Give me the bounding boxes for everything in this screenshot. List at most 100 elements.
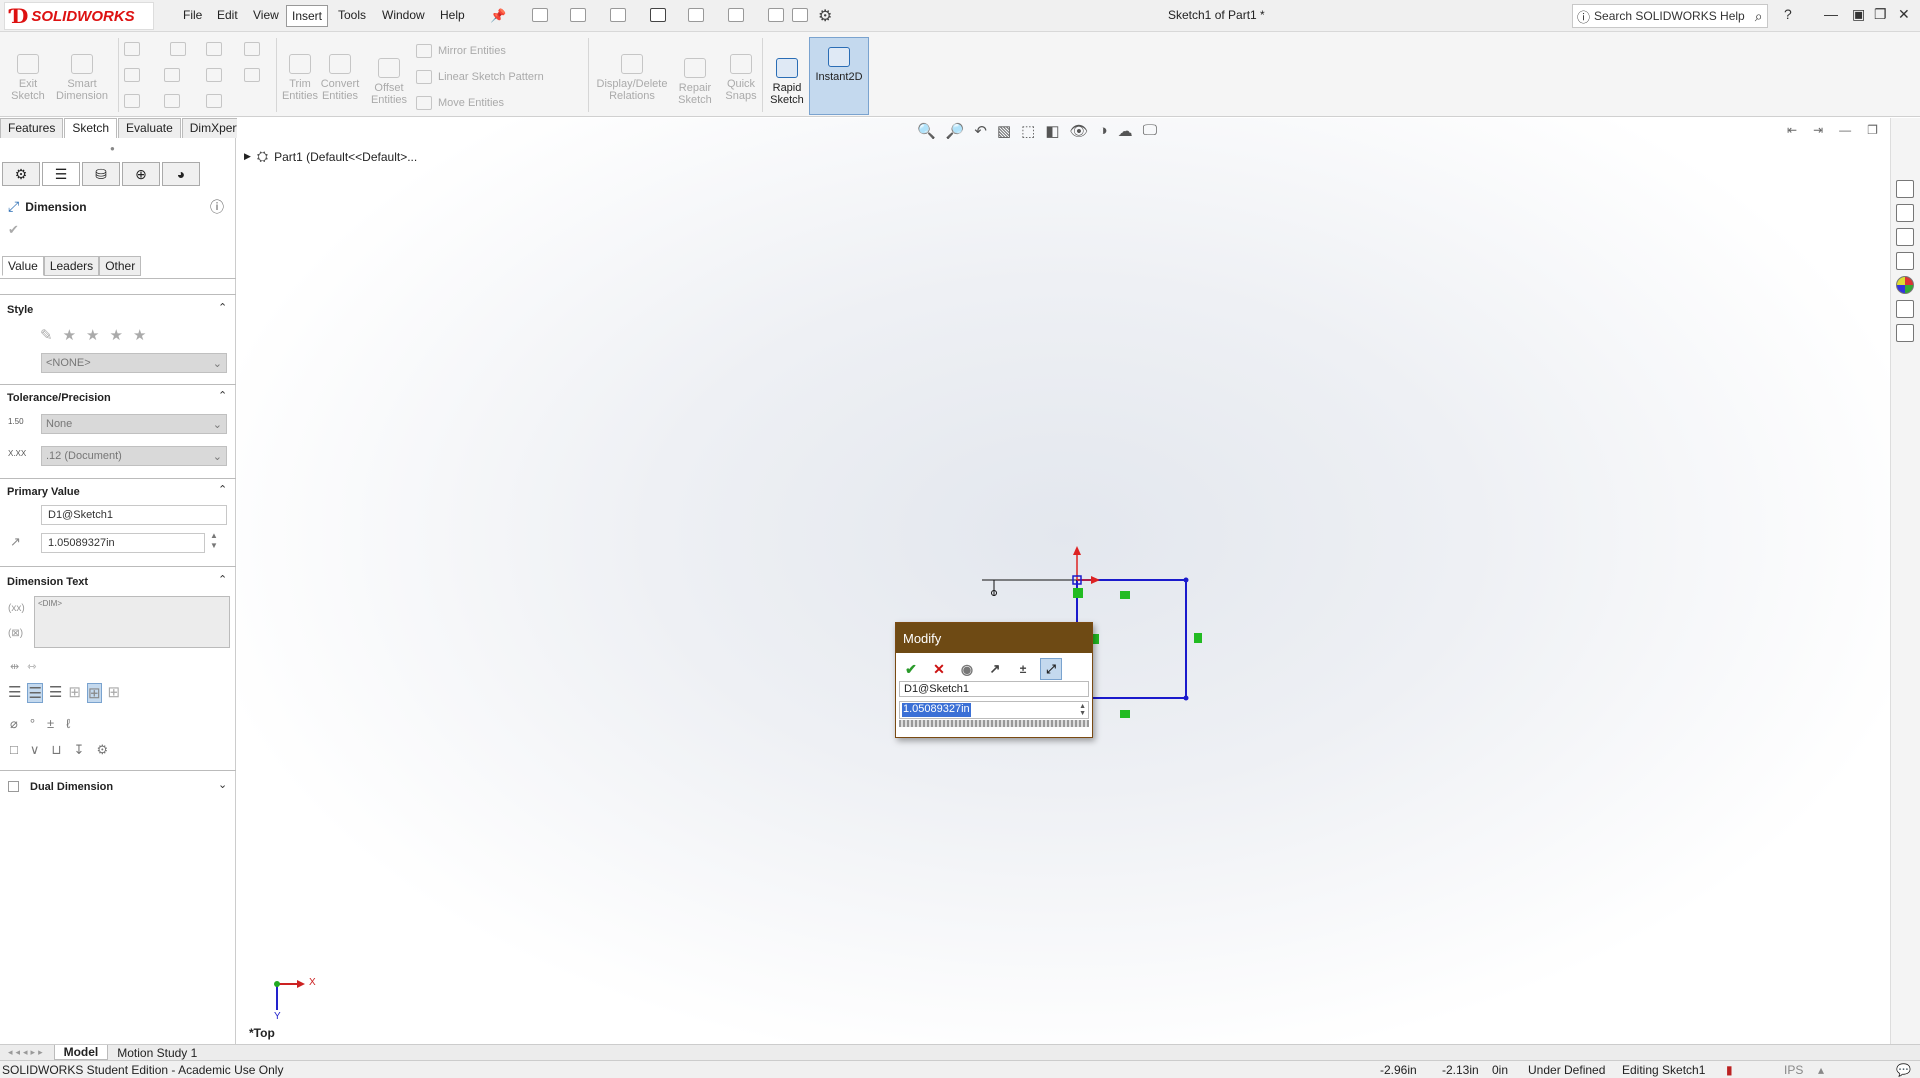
smart-dimension-button[interactable]: Smart Dimension bbox=[52, 42, 112, 102]
line-icon[interactable] bbox=[124, 42, 140, 56]
cancel-x-button[interactable]: ✕ bbox=[928, 658, 950, 680]
spline-icon[interactable] bbox=[206, 42, 222, 56]
precision-dropdown[interactable]: .12 (Document) ⌄ bbox=[41, 446, 227, 466]
save-icon[interactable] bbox=[610, 8, 626, 22]
dimxpert-manager-tab-icon[interactable]: ⊕ bbox=[122, 162, 160, 186]
text-link-icon[interactable]: (xx) bbox=[8, 603, 25, 614]
rebuild-icon[interactable] bbox=[768, 8, 784, 22]
file-explorer-icon[interactable] bbox=[1896, 228, 1914, 246]
display-delete-relations-button[interactable]: Display/Delete Relations bbox=[592, 42, 672, 102]
text-clear-icon[interactable]: (⊠) bbox=[8, 628, 23, 639]
tab-features[interactable]: Features bbox=[0, 118, 64, 138]
coincident-relation-marker[interactable] bbox=[1073, 588, 1083, 598]
modify-dialog-title[interactable]: Modify bbox=[896, 623, 1092, 653]
reverse-sense-button[interactable]: ↗ bbox=[984, 658, 1006, 680]
subtab-other[interactable]: Other bbox=[99, 256, 142, 276]
add-style-icon[interactable]: ★ bbox=[63, 326, 76, 344]
unit-system[interactable]: IPS bbox=[1784, 1063, 1803, 1077]
help-search-box[interactable]: ⓘ Search SOLIDWORKS Help ⌕ bbox=[1572, 4, 1768, 28]
menu-edit[interactable]: Edit bbox=[212, 7, 243, 23]
repair-sketch-button[interactable]: Repair Sketch bbox=[674, 46, 716, 106]
style-dropdown[interactable]: <NONE> ⌄ bbox=[41, 353, 227, 373]
move-entities-button[interactable]: Move Entities bbox=[416, 96, 504, 110]
help-question-icon[interactable]: ⓘ bbox=[210, 197, 224, 217]
align-center-icon[interactable]: ☰ bbox=[27, 683, 43, 703]
depth-symbol-icon[interactable]: ↧ bbox=[74, 742, 85, 758]
dimension-text-area[interactable]: <DIM> bbox=[34, 596, 230, 648]
ellipse-icon[interactable] bbox=[206, 68, 222, 82]
square-symbol-icon[interactable]: □ bbox=[10, 742, 18, 758]
new-document-icon[interactable] bbox=[532, 8, 548, 22]
load-style-icon[interactable]: ★ bbox=[133, 326, 146, 344]
design-library-icon[interactable] bbox=[1896, 204, 1914, 222]
configuration-manager-tab-icon[interactable]: ⛁ bbox=[82, 162, 120, 186]
plane-icon[interactable] bbox=[244, 68, 260, 82]
mark-dimension-button[interactable]: ⤢ bbox=[1040, 658, 1062, 680]
options-gear-icon[interactable]: ⚙ bbox=[818, 6, 832, 26]
help-question-icon[interactable]: ? bbox=[1784, 6, 1792, 22]
ok-check-icon[interactable]: ✔ bbox=[8, 222, 19, 238]
pin-icon[interactable]: 📌 bbox=[490, 8, 506, 24]
centerline-symbol-icon[interactable]: ℓ bbox=[66, 716, 70, 732]
text-inspection-icon[interactable]: ⇿ bbox=[27, 660, 36, 673]
tab-motion-study-1[interactable]: Motion Study 1 bbox=[108, 1046, 206, 1060]
instant2d-button[interactable]: Instant2D bbox=[809, 37, 869, 115]
vertical-relation-marker[interactable] bbox=[1093, 634, 1099, 644]
units-arrow-icon[interactable]: ▴ bbox=[1818, 1063, 1824, 1077]
forum-icon[interactable] bbox=[1896, 324, 1914, 342]
tab-model[interactable]: Model bbox=[53, 1045, 109, 1060]
align-right-icon[interactable]: ☰ bbox=[49, 683, 62, 703]
save-style-icon[interactable]: ★ bbox=[109, 326, 122, 344]
feature-manager-tab-icon[interactable]: ⚙ bbox=[2, 162, 40, 186]
maximize-button[interactable]: ❐ bbox=[1874, 6, 1887, 23]
close-button[interactable]: ✕ bbox=[1898, 6, 1910, 23]
vertical-relation-marker[interactable] bbox=[1194, 633, 1202, 643]
collapse-chevron-icon[interactable]: ⌃ bbox=[218, 573, 227, 586]
tab-sketch[interactable]: Sketch bbox=[64, 118, 118, 138]
fillet-icon[interactable] bbox=[206, 94, 222, 108]
increment-button[interactable]: ± bbox=[1012, 658, 1034, 680]
print-icon[interactable] bbox=[650, 8, 666, 22]
regenerate-button[interactable]: ◉ bbox=[956, 658, 978, 680]
polygon-icon[interactable] bbox=[124, 94, 140, 108]
diameter-symbol-icon[interactable]: ⌀ bbox=[10, 716, 18, 732]
menu-view[interactable]: View bbox=[248, 7, 284, 23]
sketch-endpoint[interactable] bbox=[1183, 577, 1189, 583]
slot-icon[interactable] bbox=[164, 68, 180, 82]
display-manager-tab-icon[interactable]: ◕ bbox=[162, 162, 200, 186]
subtab-value[interactable]: Value bbox=[2, 256, 44, 276]
solidworks-logo[interactable]: Ɗ SOLIDWORKS bbox=[4, 2, 154, 30]
dimension-name-field[interactable]: D1@Sketch1 bbox=[41, 505, 227, 525]
modify-value-spinner[interactable]: ▲ ▼ bbox=[1079, 703, 1086, 717]
quick-snaps-button[interactable]: Quick Snaps bbox=[720, 42, 762, 102]
point-icon[interactable] bbox=[164, 94, 180, 108]
counterbore-symbol-icon[interactable]: ⊔ bbox=[51, 742, 61, 758]
modify-thumbwheel[interactable] bbox=[899, 720, 1089, 727]
text-sketch-icon[interactable] bbox=[244, 42, 260, 56]
degree-symbol-icon[interactable]: ° bbox=[30, 716, 35, 732]
menu-tools[interactable]: Tools bbox=[333, 7, 371, 23]
circle-icon[interactable] bbox=[170, 42, 186, 56]
sketch-canvas[interactable] bbox=[237, 118, 1890, 1044]
mirror-entities-button[interactable]: Mirror Entities bbox=[416, 44, 506, 58]
text-add-parentheses-icon[interactable]: ⇹ bbox=[10, 660, 19, 673]
open-icon[interactable] bbox=[570, 8, 586, 22]
menu-file[interactable]: File bbox=[178, 7, 207, 23]
dual-dimension-checkbox[interactable] bbox=[8, 781, 19, 792]
dimension-value-field[interactable]: 1.05089327in bbox=[41, 533, 205, 553]
subtab-leaders[interactable]: Leaders bbox=[43, 256, 100, 276]
more-symbols-icon[interactable]: ⚙ bbox=[96, 742, 108, 758]
menu-help[interactable]: Help bbox=[435, 7, 470, 23]
minimize-button[interactable]: — bbox=[1824, 6, 1838, 22]
exit-sketch-button[interactable]: Exit Sketch bbox=[6, 42, 50, 102]
graphics-area[interactable]: ▶ ⛭ Part1 (Default<<Default>... 🔍 🔎 ↶ ▧ … bbox=[237, 118, 1904, 1044]
search-icon[interactable]: ⌕ bbox=[1755, 8, 1763, 25]
horizontal-relation-marker[interactable] bbox=[1120, 710, 1130, 718]
horizontal-relation-marker[interactable] bbox=[1120, 591, 1130, 599]
tolerance-type-dropdown[interactable]: None ⌄ bbox=[41, 414, 227, 434]
file-properties-icon[interactable] bbox=[792, 8, 808, 22]
convert-entities-button[interactable]: Convert Entities bbox=[316, 42, 364, 102]
property-manager-tab-icon[interactable]: ☰ bbox=[42, 162, 80, 186]
custom-properties-icon[interactable] bbox=[1896, 300, 1914, 318]
solidworks-resources-icon[interactable] bbox=[1896, 180, 1914, 198]
